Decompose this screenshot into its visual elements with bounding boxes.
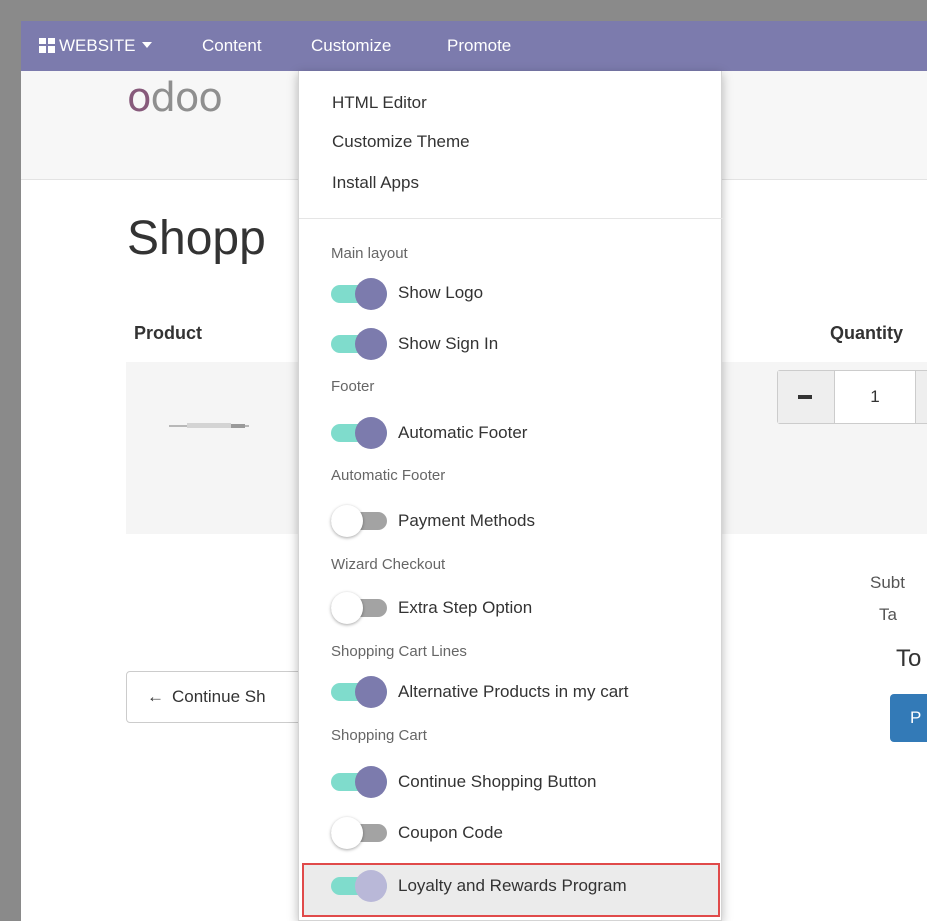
- quantity-decrease-button[interactable]: [778, 371, 835, 423]
- column-header-quantity: Quantity: [830, 323, 904, 343]
- menu-content[interactable]: Content: [202, 21, 262, 71]
- total-label: To: [896, 645, 922, 672]
- subtotal-label: Subt: [870, 573, 905, 592]
- toggle-coupon-code[interactable]: [331, 817, 389, 849]
- section-header-wizard-checkout: Wizard Checkout: [331, 556, 446, 573]
- website-menu-button[interactable]: WEBSITE: [59, 21, 152, 71]
- customize-dropdown-menu: HTML Editor Customize Theme Install Apps…: [298, 71, 723, 921]
- option-label-loyalty-rewards[interactable]: Loyalty and Rewards Program: [398, 876, 627, 896]
- odoo-logo[interactable]: odoo: [127, 75, 223, 121]
- option-label-show-logo[interactable]: Show Logo: [398, 283, 483, 303]
- toggle-continue-shopping-button[interactable]: [331, 766, 389, 798]
- screenshot-frame: WEBSITE Content Customize Promote odoo S…: [0, 0, 927, 921]
- taxes-label: Ta: [879, 605, 897, 624]
- page-title: Shopp: [127, 212, 266, 265]
- section-header-cart-lines: Shopping Cart Lines: [331, 643, 467, 660]
- option-label-extra-step-option[interactable]: Extra Step Option: [398, 598, 532, 618]
- menu-divider: [299, 218, 723, 219]
- menu-customize[interactable]: Customize: [311, 21, 391, 71]
- toggle-extra-step-option[interactable]: [331, 592, 389, 624]
- quantity-increase-button[interactable]: [915, 371, 927, 423]
- website-editor-bar: WEBSITE Content Customize Promote: [21, 21, 927, 71]
- arrow-left-icon: ←: [147, 687, 164, 706]
- toggle-show-sign-in[interactable]: [331, 328, 389, 360]
- toggle-payment-methods[interactable]: [331, 505, 389, 537]
- apps-grid-icon[interactable]: [39, 38, 55, 53]
- option-label-automatic-footer[interactable]: Automatic Footer: [398, 423, 527, 443]
- section-header-shopping-cart: Shopping Cart: [331, 727, 427, 744]
- column-header-product: Product: [134, 323, 203, 343]
- product-thumbnail[interactable]: [169, 423, 249, 429]
- option-label-payment-methods[interactable]: Payment Methods: [398, 511, 535, 531]
- section-header-footer: Footer: [331, 378, 375, 395]
- option-label-continue-shopping-button[interactable]: Continue Shopping Button: [398, 772, 597, 792]
- option-label-show-sign-in[interactable]: Show Sign In: [398, 334, 498, 354]
- continue-shopping-label: Continue Sh: [172, 687, 266, 706]
- menu-item-html-editor[interactable]: HTML Editor: [332, 93, 427, 113]
- menu-item-customize-theme[interactable]: Customize Theme: [332, 132, 470, 152]
- toggle-show-logo[interactable]: [331, 278, 389, 310]
- window-shadow-left: [0, 0, 21, 921]
- quantity-input[interactable]: 1: [835, 371, 915, 423]
- window-shadow-top: [0, 0, 927, 21]
- toggle-alternative-products[interactable]: [331, 676, 389, 708]
- section-header-automatic-footer: Automatic Footer: [331, 467, 446, 484]
- menu-promote[interactable]: Promote: [447, 21, 511, 71]
- option-label-alternative-products[interactable]: Alternative Products in my cart: [398, 682, 629, 702]
- toggle-automatic-footer[interactable]: [331, 417, 389, 449]
- toggle-loyalty-rewards[interactable]: [331, 870, 389, 902]
- minus-icon: [798, 395, 812, 399]
- browser-page: WEBSITE Content Customize Promote odoo S…: [21, 21, 927, 921]
- option-label-coupon-code[interactable]: Coupon Code: [398, 823, 503, 843]
- menu-item-install-apps[interactable]: Install Apps: [332, 173, 419, 193]
- quantity-stepper: 1: [777, 370, 927, 424]
- website-menu-label: WEBSITE: [59, 36, 136, 55]
- process-checkout-button[interactable]: P: [890, 694, 927, 742]
- caret-down-icon: [141, 42, 152, 48]
- section-header-main-layout: Main layout: [331, 245, 408, 262]
